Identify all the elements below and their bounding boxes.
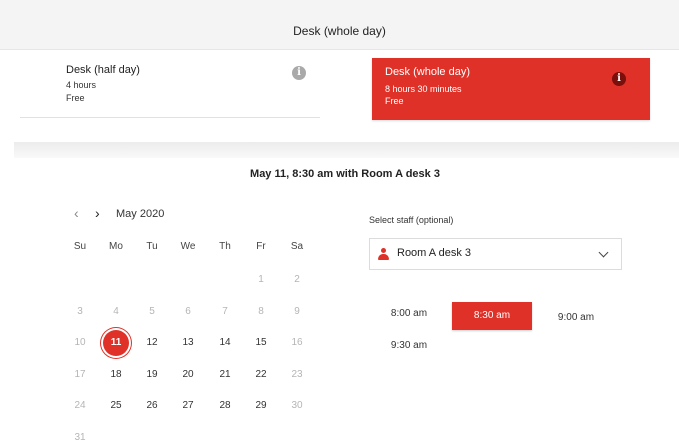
calendar-day[interactable]: 19 bbox=[139, 362, 165, 388]
chevron-left-icon[interactable]: ‹ bbox=[74, 206, 79, 220]
booking-page: Desk (whole day) Desk (half day) 4 hours… bbox=[0, 0, 679, 442]
calendar-day[interactable]: 13 bbox=[175, 330, 201, 356]
header-bar: Desk (whole day) bbox=[0, 0, 679, 50]
service-price: Free bbox=[66, 93, 85, 103]
calendar-day[interactable]: 27 bbox=[175, 393, 201, 419]
weekday-label: Su bbox=[73, 241, 87, 252]
time-slot[interactable]: 9:30 am bbox=[380, 332, 438, 360]
booking-summary: May 11, 8:30 am with Room A desk 3 bbox=[250, 168, 440, 180]
calendar-day: 7 bbox=[222, 305, 228, 317]
service-duration: 8 hours 30 minutes bbox=[385, 84, 462, 94]
calendar-day[interactable]: 26 bbox=[139, 393, 165, 419]
service-card-half-day[interactable]: Desk (half day) 4 hours Free i bbox=[20, 60, 320, 118]
info-icon[interactable]: i bbox=[612, 72, 626, 86]
calendar-day[interactable]: 12 bbox=[139, 330, 165, 356]
calendar-day: 2 bbox=[294, 274, 300, 285]
calendar-month-label: May 2020 bbox=[116, 208, 165, 220]
calendar-day[interactable]: 25 bbox=[103, 393, 129, 419]
service-list: Desk (half day) 4 hours Free i Desk (who… bbox=[0, 50, 679, 140]
service-name: Desk (whole day) bbox=[385, 66, 470, 78]
booking-section: May 11, 8:30 am with Room A desk 3 ‹ › M… bbox=[0, 158, 679, 442]
calendar-day: 23 bbox=[291, 368, 303, 380]
calendar-day: 9 bbox=[294, 305, 300, 317]
calendar-day: 30 bbox=[291, 400, 303, 411]
calendar-day: 10 bbox=[74, 337, 86, 348]
calendar-day[interactable]: 15 bbox=[248, 330, 274, 356]
calendar-day[interactable]: 28 bbox=[212, 393, 238, 419]
calendar-day-selected[interactable]: 11 bbox=[103, 330, 129, 356]
time-slot[interactable]: 9:00 am bbox=[546, 304, 606, 332]
time-slot-selected[interactable]: 8:30 am bbox=[452, 302, 532, 330]
calendar-day: 17 bbox=[74, 368, 86, 380]
calendar-day: 5 bbox=[149, 305, 155, 317]
staff-label: Select staff (optional) bbox=[369, 215, 454, 225]
calendar-day: 8 bbox=[258, 305, 264, 317]
calendar-day[interactable]: 14 bbox=[212, 330, 238, 356]
chevron-down-icon bbox=[598, 247, 609, 258]
page-title: Desk (whole day) bbox=[293, 24, 386, 38]
info-icon[interactable]: i bbox=[292, 66, 306, 80]
calendar-day[interactable]: 18 bbox=[103, 362, 129, 388]
calendar-day: 6 bbox=[185, 305, 191, 317]
service-price: Free bbox=[385, 96, 404, 106]
calendar-day[interactable]: 29 bbox=[248, 393, 274, 419]
weekday-label: Mo bbox=[109, 241, 123, 252]
weekday-label: Tu bbox=[146, 241, 158, 252]
section-divider bbox=[14, 142, 679, 158]
calendar-day: 3 bbox=[77, 305, 83, 317]
chevron-right-icon[interactable]: › bbox=[95, 206, 100, 220]
calendar-day[interactable]: 21 bbox=[212, 362, 238, 388]
calendar-day[interactable]: 20 bbox=[175, 362, 201, 388]
weekday-label: We bbox=[180, 241, 196, 252]
time-slot[interactable]: 8:00 am bbox=[380, 300, 438, 328]
calendar-day[interactable]: 22 bbox=[248, 362, 274, 388]
weekday-label: Th bbox=[219, 241, 231, 252]
calendar-day: 1 bbox=[258, 274, 264, 285]
staff-select-value: Room A desk 3 bbox=[397, 247, 471, 259]
weekday-label: Fr bbox=[256, 241, 266, 252]
service-name: Desk (half day) bbox=[66, 64, 140, 76]
calendar-day: 16 bbox=[291, 337, 303, 348]
calendar-day: 4 bbox=[113, 305, 119, 317]
calendar-day: 31 bbox=[74, 431, 86, 442]
staff-select[interactable]: Room A desk 3 bbox=[369, 238, 622, 270]
weekday-label: Sa bbox=[290, 241, 304, 252]
person-icon bbox=[378, 248, 389, 260]
calendar-day: 24 bbox=[74, 400, 86, 411]
service-card-whole-day[interactable]: Desk (whole day) 8 hours 30 minutes Free… bbox=[372, 58, 650, 120]
service-duration: 4 hours bbox=[66, 80, 97, 90]
